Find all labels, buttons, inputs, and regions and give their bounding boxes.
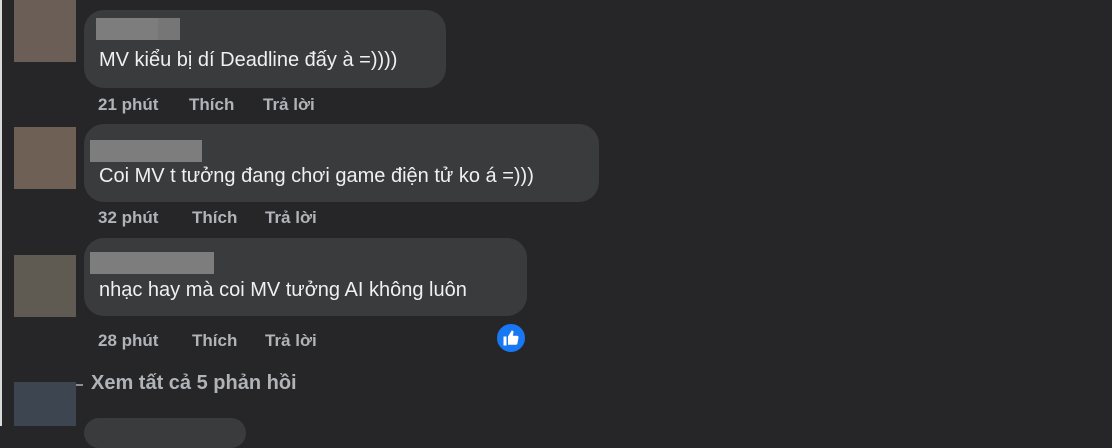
comment-text: Coi MV t tưởng đang chơi game điện tử ko… bbox=[99, 165, 534, 187]
comment-timestamp[interactable]: 28 phút bbox=[98, 331, 158, 351]
author-name-blurred[interactable] bbox=[90, 140, 202, 162]
avatar[interactable] bbox=[14, 255, 76, 317]
comment-timestamp[interactable]: 32 phút bbox=[98, 208, 158, 228]
comment-bubble bbox=[84, 418, 246, 448]
comment-bubble: MV kiểu bị dí Deadline đấy à =)))) bbox=[84, 10, 446, 88]
reply-link[interactable]: Trả lời bbox=[265, 208, 317, 228]
avatar[interactable] bbox=[14, 382, 76, 426]
author-name-blurred[interactable] bbox=[90, 252, 214, 274]
like-link[interactable]: Thích bbox=[192, 208, 237, 228]
window-edge bbox=[0, 0, 2, 426]
view-all-replies-link[interactable]: Xem tất cả 5 phản hồi bbox=[91, 372, 297, 395]
reply-link[interactable]: Trả lời bbox=[263, 95, 315, 115]
comment-bubble: Coi MV t tưởng đang chơi game điện tử ko… bbox=[84, 124, 599, 202]
comment-text: MV kiểu bị dí Deadline đấy à =)))) bbox=[99, 49, 398, 71]
reply-connector bbox=[75, 384, 83, 386]
thumbs-up-icon[interactable] bbox=[495, 322, 527, 354]
author-name-blurred[interactable] bbox=[96, 18, 158, 40]
comment-timestamp[interactable]: 21 phút bbox=[98, 95, 158, 115]
avatar[interactable] bbox=[14, 0, 76, 62]
like-link[interactable]: Thích bbox=[189, 95, 234, 115]
comment-text: nhạc hay mà coi MV tưởng AI không luôn bbox=[99, 279, 467, 301]
reply-link[interactable]: Trả lời bbox=[265, 331, 317, 351]
comment-bubble: nhạc hay mà coi MV tưởng AI không luôn bbox=[84, 238, 527, 316]
avatar[interactable] bbox=[14, 127, 76, 189]
author-name-blurred-tail bbox=[158, 18, 180, 40]
like-link[interactable]: Thích bbox=[192, 331, 237, 351]
